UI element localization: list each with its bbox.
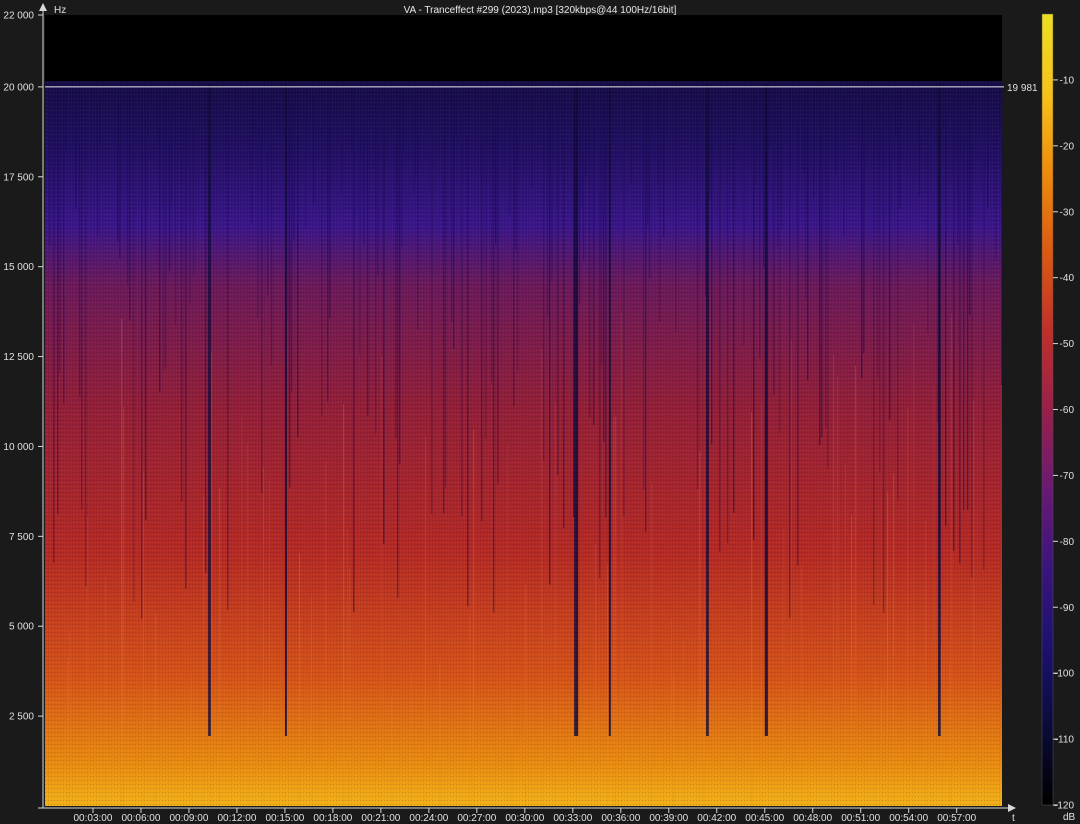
colorbar-tick-label: -70 (1060, 471, 1075, 482)
x-tick-label: 00:06:00 (121, 813, 160, 824)
colorbar-tick-label: -120 (1054, 801, 1074, 812)
x-tick-label: 00:24:00 (409, 813, 448, 824)
colorbar-tick-label: -50 (1060, 339, 1075, 350)
spectrogram-texture (45, 81, 1002, 806)
y-tick-label: 5 000 (9, 622, 34, 633)
x-tick-label: 00:21:00 (361, 813, 400, 824)
y-axis-arrow-icon (39, 3, 47, 11)
y-axis-label: Hz (54, 5, 66, 16)
y-tick-label: 12 500 (3, 352, 34, 363)
y-tick-label: 17 500 (3, 172, 34, 183)
y-tick-label: 7 500 (9, 532, 34, 543)
x-tick-label: 00:39:00 (649, 813, 688, 824)
x-tick-label: 00:12:00 (217, 813, 256, 824)
colorbar-tick-label: -90 (1060, 603, 1075, 614)
x-axis: t 00:03:00 00:06:00 00:09:00 00:12:00 00:15:… (38, 804, 1016, 824)
x-tick-label: 00:54:00 (889, 813, 928, 824)
x-tick-label: 00:15:00 (265, 813, 304, 824)
colorbar-tick-label: -110 (1055, 735, 1075, 746)
x-tick-labels: 00:03:00 00:06:00 00:09:00 00:12:00 00:15:00… (74, 808, 977, 824)
plot-area: 19 981 (45, 15, 1038, 806)
colorbar-tick-label: -100 (1054, 669, 1074, 680)
colorbar-gradient (1041, 13, 1054, 806)
x-tick-label: 00:57:00 (937, 813, 976, 824)
x-tick-label: 00:51:00 (841, 813, 880, 824)
cutoff-label: 19 981 (1007, 83, 1038, 94)
y-axis: 22 000 20 000 17 500 15 000 12 500 10 000 7 50… (3, 3, 47, 808)
x-axis-arrow-icon (1008, 804, 1016, 812)
x-axis-label: t (1012, 813, 1015, 824)
x-tick-label: 00:36:00 (601, 813, 640, 824)
colorbar-tick-label: -20 (1060, 141, 1075, 152)
x-tick-label: 00:48:00 (793, 813, 832, 824)
colorbar-tick-labels: -10 -20 -30 -40 -50 -60 -70 -80 -90 -100 -110 -120 (1053, 75, 1075, 812)
x-tick-label: 00:03:00 (74, 813, 113, 824)
x-tick-label: 00:30:00 (505, 813, 544, 824)
y-tick-label: 10 000 (3, 442, 34, 453)
x-tick-label: 00:09:00 (169, 813, 208, 824)
colorbar-tick-label: -10 (1060, 75, 1075, 86)
chart-title: VA - Tranceffect #299 (2023).mp3 [320kbp… (404, 5, 677, 16)
colorbar-tick-label: -60 (1060, 405, 1075, 416)
x-tick-label: 00:33:00 (553, 813, 592, 824)
colorbar-tick-label: -30 (1060, 207, 1075, 218)
spectrogram-chart: VA - Tranceffect #299 (2023).mp3 [320kbp… (3, 3, 1076, 824)
y-tick-labels: 22 000 20 000 17 500 15 000 12 500 10 000 7 50… (3, 11, 43, 723)
x-tick-label: 00:27:00 (457, 813, 496, 824)
x-tick-label: 00:18:00 (313, 813, 352, 824)
y-tick-label: 22 000 (3, 11, 34, 22)
x-tick-label: 00:42:00 (697, 813, 736, 824)
x-tick-label: 00:45:00 (745, 813, 784, 824)
y-tick-label: 20 000 (3, 82, 34, 93)
colorbar: -10-20-30-40-50-60-70-80-90-100-110-120 … (1041, 13, 1076, 823)
colorbar-tick-label: -80 (1060, 537, 1075, 548)
y-tick-label: 2 500 (9, 712, 34, 723)
colorbar-tick-label: -40 (1060, 273, 1075, 284)
y-tick-label: 15 000 (3, 262, 34, 273)
colorbar-label: dB (1063, 812, 1076, 823)
